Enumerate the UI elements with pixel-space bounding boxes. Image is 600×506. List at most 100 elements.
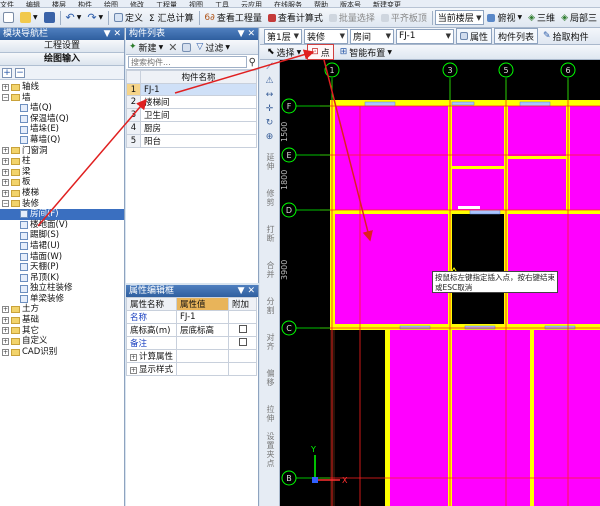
nav-tree-item[interactable]: − 装修	[0, 199, 124, 210]
expand-icon[interactable]: +	[2, 327, 9, 335]
select-button[interactable]: ⬉ 选择 ▼	[264, 44, 304, 60]
undo-button[interactable]: ↶ ▼	[62, 10, 84, 26]
expand-icon[interactable]: +	[2, 83, 9, 91]
expand-icon[interactable]: +	[2, 316, 9, 324]
view-quantity-button[interactable]: 6∂ 查看工程量	[201, 10, 264, 26]
nav-tree-item[interactable]: 踢脚(S)	[0, 230, 124, 241]
nav-close-button[interactable]: ▼ ✕	[104, 28, 124, 40]
new-file-button[interactable]	[0, 10, 17, 26]
nav-tree-item[interactable]: + 柱	[0, 156, 124, 167]
define-button[interactable]: 定义	[111, 10, 146, 26]
extra-checkbox[interactable]	[238, 324, 247, 333]
expand-icon[interactable]: +	[2, 179, 9, 187]
expand-icon[interactable]: +	[2, 189, 9, 197]
nav-tree-item[interactable]: 墙裙(U)	[0, 241, 124, 252]
menu-item[interactable]: 文件	[0, 1, 14, 7]
property-row[interactable]: + 显示样式	[125, 362, 257, 376]
nav-tree-item[interactable]: 墙垛(E)	[0, 124, 124, 135]
nav-tree-item[interactable]: 墙(Q)	[0, 103, 124, 114]
modify-tool-button[interactable]: 合并	[260, 252, 280, 288]
property-value[interactable]	[176, 336, 230, 350]
filter-button[interactable]: ▽ 过滤 ▼	[195, 39, 231, 55]
drawing-canvas[interactable]: 1 3 5 6 F E D C B 1500 1800 3900 Y X 按鼠标左键指定插入点…	[280, 60, 600, 506]
modify-tool-button[interactable]: 延伸	[260, 144, 280, 180]
nav-tree-item[interactable]: + 板	[0, 177, 124, 188]
menu-item[interactable]: 编辑	[26, 1, 40, 7]
menu-item[interactable]: 版本号	[340, 1, 361, 7]
top-view-button[interactable]: 俯视 ▼	[484, 10, 525, 26]
nav-tree-item[interactable]: + 基础	[0, 315, 124, 326]
collapse-icon[interactable]: −	[2, 94, 9, 102]
expand-icon[interactable]: +	[2, 306, 9, 314]
component-row[interactable]: 5 阳台	[126, 134, 257, 148]
modify-tool-button[interactable]: 打断	[260, 216, 280, 252]
draw-input-button[interactable]: 绘图输入	[0, 53, 124, 66]
modify-tool-icon[interactable]: ↻	[260, 116, 279, 130]
3d-button[interactable]: ◈ 三维	[525, 10, 558, 26]
extra-checkbox[interactable]	[238, 337, 247, 346]
menu-item[interactable]: 云应用	[241, 1, 262, 7]
modify-tool-icon[interactable]: ⚠	[260, 74, 279, 88]
calc-sum-button[interactable]: Σ 汇总计算	[146, 10, 197, 26]
comp-list-close-button[interactable]: ▼ ✕	[238, 28, 258, 40]
property-row[interactable]: 名称 FJ-1	[125, 310, 257, 324]
modify-tool-button[interactable]: 设置夹点	[260, 432, 280, 468]
project-settings-button[interactable]: 工程设置	[0, 40, 124, 53]
nav-tree-item[interactable]: 单梁装修	[0, 294, 124, 305]
save-button[interactable]	[41, 10, 58, 26]
nav-tree-item[interactable]: 楼地面(V)	[0, 220, 124, 231]
nav-tree-item[interactable]: + 自定义	[0, 336, 124, 347]
open-button[interactable]: ▼	[17, 10, 41, 26]
expand-icon[interactable]: +	[130, 367, 137, 374]
modify-tool-icon[interactable]: ⟋	[260, 60, 279, 74]
property-row[interactable]: 底标高(m) 层底标高	[125, 323, 257, 337]
pick-component-button[interactable]: ✎ 拾取构件	[540, 28, 592, 44]
nav-tree-item[interactable]: 房间(F)	[0, 209, 124, 220]
expand-icon[interactable]: +	[2, 147, 9, 155]
collapse-all-button[interactable]: −	[15, 67, 25, 78]
nav-tree-item[interactable]: 幕墙(Q)	[0, 135, 124, 146]
property-value[interactable]: 层底标高	[176, 323, 230, 337]
redo-button[interactable]: ↷ ▼	[84, 10, 106, 26]
nav-tree-item[interactable]: 天棚(P)	[0, 262, 124, 273]
nav-tree-item[interactable]: 保温墙(Q)	[0, 114, 124, 125]
property-row[interactable]: + 计算属性	[125, 349, 257, 363]
component-dropdown[interactable]: FJ-1 ▼	[396, 28, 454, 44]
modify-tool-icon[interactable]: ↔	[260, 88, 279, 102]
menu-item[interactable]: 在线服务	[274, 1, 302, 7]
point-button[interactable]: ⊡ 点	[307, 44, 334, 60]
delete-component-button[interactable]: ✕	[167, 39, 178, 55]
nav-tree-item[interactable]: 独立柱装修	[0, 283, 124, 294]
nav-tree-item[interactable]: + 轴线	[0, 82, 124, 93]
modify-tool-button[interactable]: 对齐	[260, 324, 280, 360]
menu-item[interactable]: 帮助	[314, 1, 328, 7]
nav-tree-item[interactable]: − 墙	[0, 93, 124, 104]
modify-tool-button[interactable]: 分割	[260, 288, 280, 324]
component-row[interactable]: 4 厨房	[126, 121, 257, 135]
menu-item[interactable]: 绘图	[104, 1, 118, 7]
local-3d-button[interactable]: ◈ 局部三	[558, 10, 600, 26]
copy-component-button[interactable]	[181, 39, 192, 55]
nav-tree-item[interactable]: + 梁	[0, 167, 124, 178]
nav-tree-item[interactable]: + 其它	[0, 326, 124, 337]
modify-tool-button[interactable]: 修剪	[260, 180, 280, 216]
property-value[interactable]	[176, 349, 230, 363]
search-icon[interactable]: ⚲	[249, 57, 256, 68]
smart-layout-button[interactable]: ⊞ 智能布置 ▼	[337, 44, 395, 60]
batch-select-button[interactable]: 批量选择	[326, 10, 378, 26]
menu-item[interactable]: 新建变更	[373, 1, 401, 7]
expand-icon[interactable]: +	[2, 348, 9, 356]
menu-item[interactable]: 视图	[189, 1, 203, 7]
modify-tool-icon[interactable]: ✛	[260, 102, 279, 116]
expand-icon[interactable]: +	[130, 354, 137, 361]
collapse-icon[interactable]: −	[2, 200, 9, 208]
nav-tree-item[interactable]: + 楼梯	[0, 188, 124, 199]
properties-button[interactable]: 属性	[456, 28, 493, 44]
menu-item[interactable]: 工程量	[156, 1, 177, 7]
prop-close-button[interactable]: ▼ ✕	[238, 285, 258, 297]
nav-tree-item[interactable]: + 门窗洞	[0, 146, 124, 157]
modify-tool-button[interactable]: 拉伸	[260, 396, 280, 432]
floor-dropdown[interactable]: 第1层 ▼	[264, 28, 302, 44]
type-dropdown[interactable]: 房间 ▼	[350, 28, 394, 44]
component-row[interactable]: 2 楼梯间	[126, 95, 257, 109]
